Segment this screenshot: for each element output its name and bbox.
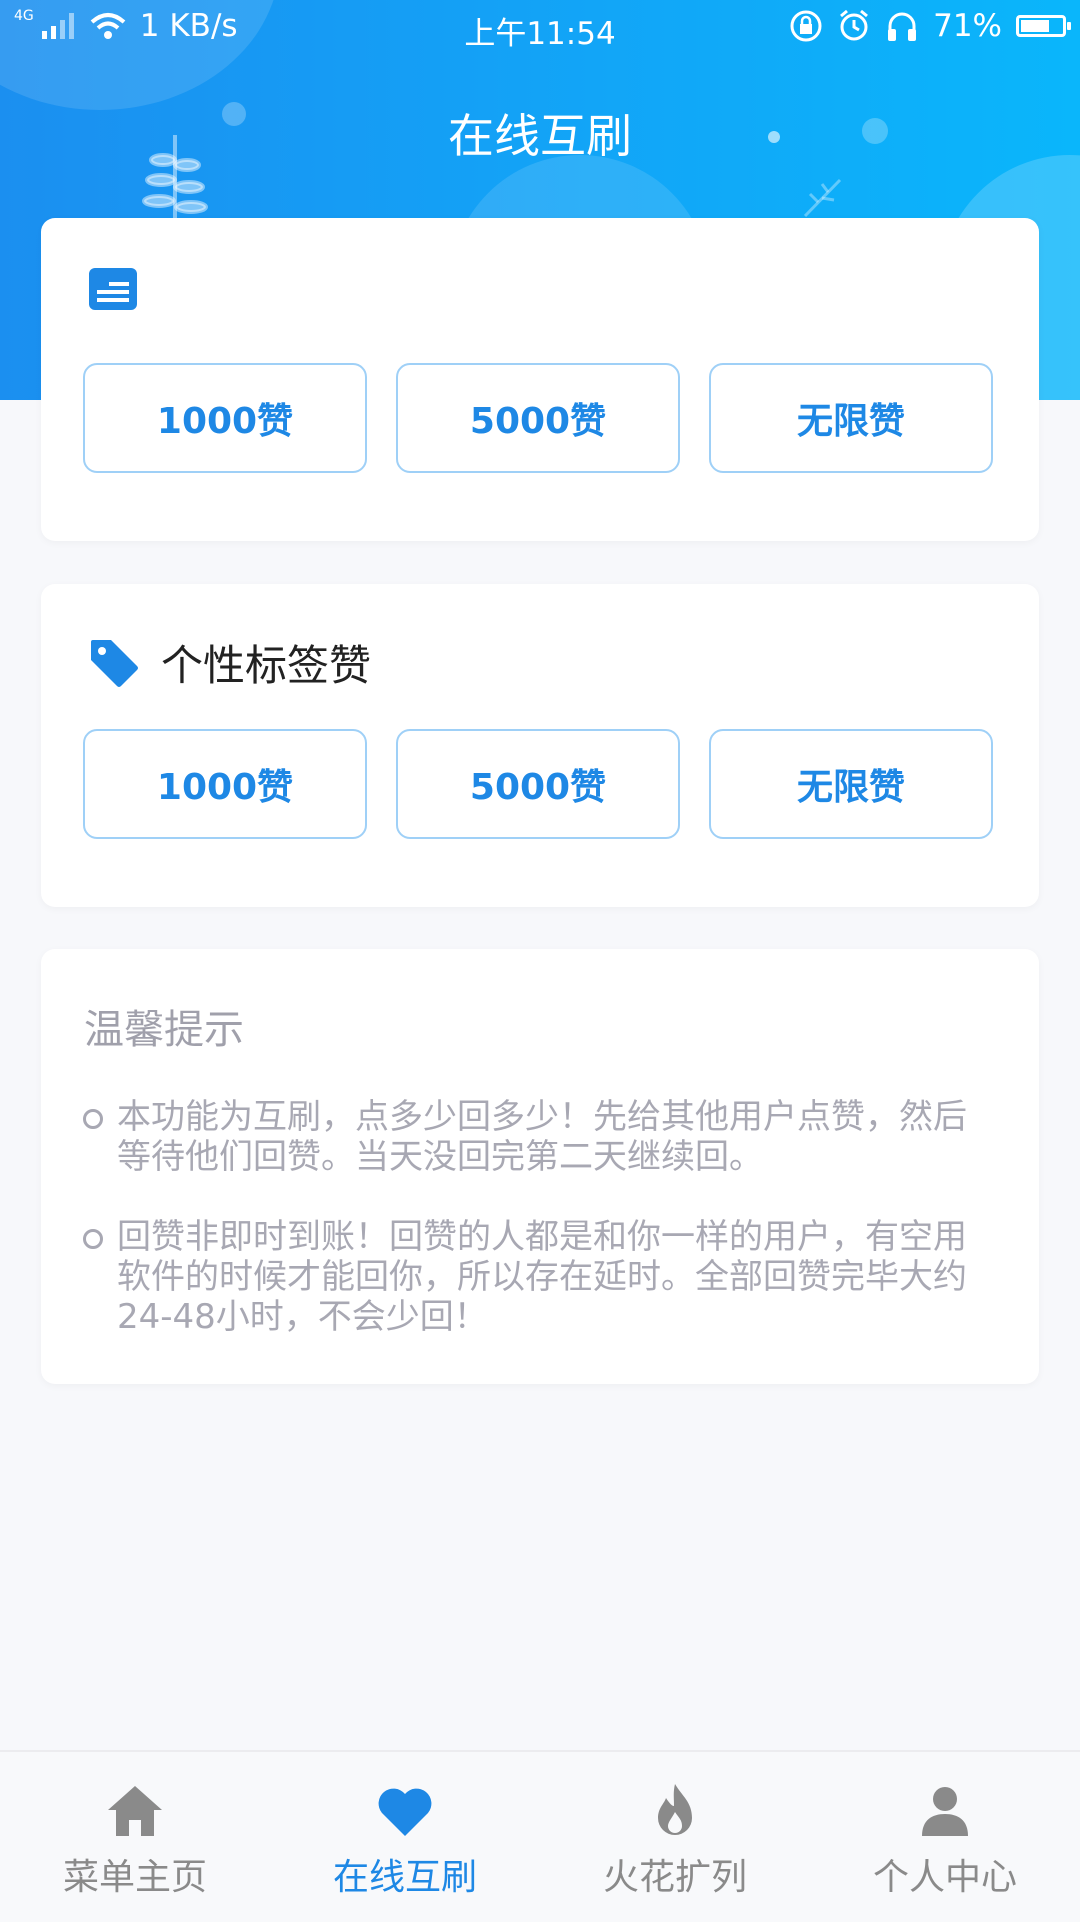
like-unlimited-button[interactable]: 无限赞 (709, 363, 993, 473)
page-title: 在线互刷 (448, 109, 632, 163)
card-header (89, 268, 159, 310)
tip-text: 回赞非即时到账！回赞的人都是和你一样的用户，有空用软件的时候才能回你，所以存在延… (117, 1217, 967, 1337)
person-icon (922, 1787, 968, 1836)
home-icon (108, 1786, 162, 1836)
like-card-profile: 1000赞 5000赞 无限赞 (41, 218, 1039, 541)
like-card-tags: 个性标签赞 1000赞 5000赞 无限赞 (41, 584, 1039, 907)
tag-like-1000-button[interactable]: 1000赞 (83, 729, 367, 839)
nav-label: 个人中心 (872, 1857, 1017, 1898)
like-1000-button[interactable]: 1000赞 (83, 363, 367, 473)
headphones-icon (888, 12, 917, 41)
tip-text: 本功能为互刷，点多少回多少！先给其他用户点赞，然后等待他们回赞。当天没回完第二天… (117, 1097, 967, 1177)
nav-item-profile[interactable]: 个人中心 (810, 1752, 1080, 1922)
card-title: 个性标签赞 (161, 641, 372, 690)
bullet-icon (83, 1109, 103, 1129)
flame-icon (658, 1784, 692, 1835)
battery-level (1021, 20, 1049, 32)
heart-icon (378, 1788, 432, 1836)
tag-like-unlimited-button[interactable]: 无限赞 (709, 729, 993, 839)
card-header: 个性标签赞 (89, 632, 371, 693)
bullet-icon (83, 1229, 103, 1249)
like-5000-button[interactable]: 5000赞 (396, 363, 680, 473)
rotation-lock-icon (790, 10, 822, 42)
nav-item-mutual-likes[interactable]: 在线互刷 (270, 1752, 540, 1922)
tag-icon (91, 639, 138, 687)
nav-item-home[interactable]: 菜单主页 (0, 1752, 270, 1922)
battery-percent: 71% (933, 8, 1002, 44)
nav-item-spark[interactable]: 火花扩列 (540, 1752, 810, 1922)
nav-label: 菜单主页 (62, 1857, 207, 1898)
status-bar: 4G 1 KB/s 上午11:54 71% (0, 0, 1080, 56)
nav-label: 火花扩列 (602, 1857, 747, 1898)
tip-item: 本功能为互刷，点多少回多少！先给其他用户点赞，然后等待他们回赞。当天没回完第二天… (83, 1097, 983, 1177)
alarm-icon (840, 9, 869, 41)
leaf-decoration-icon (803, 178, 842, 218)
bottom-nav: 菜单主页 在线互刷 火花扩列 个人中心 (0, 1750, 1080, 1922)
battery-icon (1016, 15, 1071, 37)
status-right: 71% (789, 8, 1071, 44)
nav-label: 在线互刷 (332, 1857, 477, 1898)
button-row: 1000赞 5000赞 无限赞 (83, 363, 993, 473)
button-row: 1000赞 5000赞 无限赞 (83, 729, 993, 839)
tips-title: 温馨提示 (84, 1007, 244, 1053)
tips-card: 温馨提示 本功能为互刷，点多少回多少！先给其他用户点赞，然后等待他们回赞。当天没… (41, 949, 1039, 1384)
card-icon (89, 268, 137, 310)
tip-item: 回赞非即时到账！回赞的人都是和你一样的用户，有空用软件的时候才能回你，所以存在延… (83, 1217, 983, 1337)
tag-like-5000-button[interactable]: 5000赞 (396, 729, 680, 839)
